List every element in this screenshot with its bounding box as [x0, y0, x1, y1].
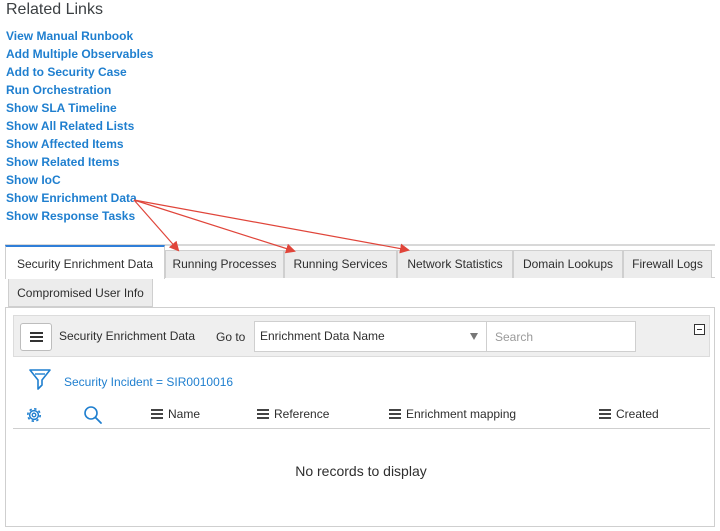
- column-header-created[interactable]: Created: [599, 407, 659, 421]
- tab-running-services[interactable]: Running Services: [284, 250, 397, 278]
- link-show-affected-items[interactable]: Show Affected Items: [6, 137, 153, 155]
- related-list-tabs: Security Enrichment Data Running Process…: [5, 244, 715, 279]
- link-show-related-items[interactable]: Show Related Items: [6, 155, 153, 173]
- goto-selected-value: Enrichment Data Name: [260, 329, 385, 343]
- gear-icon[interactable]: [24, 405, 44, 425]
- tab-compromised-user-info[interactable]: Compromised User Info: [8, 279, 153, 307]
- related-links-title: Related Links: [6, 1, 103, 18]
- column-menu-icon[interactable]: [599, 409, 611, 419]
- link-show-ioc[interactable]: Show IoC: [6, 173, 153, 191]
- list-title: Security Enrichment Data: [59, 329, 196, 343]
- link-show-sla-timeline[interactable]: Show SLA Timeline: [6, 101, 153, 119]
- chevron-down-icon: [470, 333, 478, 340]
- link-add-multiple-observables[interactable]: Add Multiple Observables: [6, 47, 153, 65]
- tab-security-enrichment-data[interactable]: Security Enrichment Data: [5, 245, 165, 279]
- column-menu-icon[interactable]: [151, 409, 163, 419]
- filter-breadcrumb[interactable]: Security Incident = SIR0010016: [64, 375, 233, 389]
- link-add-to-security-case[interactable]: Add to Security Case: [6, 65, 153, 83]
- column-header-enrichment-mapping[interactable]: Enrichment mapping: [389, 407, 516, 421]
- related-list-panel: Security Enrichment Data Go to Enrichmen…: [5, 307, 715, 527]
- column-header-name[interactable]: Name: [151, 407, 200, 421]
- tab-network-statistics[interactable]: Network Statistics: [397, 250, 513, 278]
- link-show-enrichment-data[interactable]: Show Enrichment Data: [6, 191, 153, 209]
- tab-firewall-logs[interactable]: Firewall Logs: [623, 250, 712, 278]
- column-label: Reference: [274, 407, 330, 421]
- column-label: Enrichment mapping: [406, 407, 517, 421]
- funnel-filter-icon[interactable]: [29, 368, 51, 392]
- column-label: Created: [616, 407, 659, 421]
- goto-field-select[interactable]: Enrichment Data Name: [254, 321, 487, 352]
- search-icon[interactable]: [83, 405, 103, 425]
- collapse-icon[interactable]: [694, 324, 705, 335]
- column-menu-icon[interactable]: [257, 409, 269, 419]
- list-header: Security Enrichment Data Go to Enrichmen…: [13, 315, 710, 357]
- related-links-list: View Manual Runbook Add Multiple Observa…: [6, 29, 153, 227]
- hamburger-menu-icon: [30, 332, 43, 334]
- hamburger-menu-icon-bar: [30, 336, 43, 338]
- empty-state-message: No records to display: [295, 463, 427, 479]
- column-menu-icon[interactable]: [389, 409, 401, 419]
- link-show-response-tasks[interactable]: Show Response Tasks: [6, 209, 153, 227]
- link-run-orchestration[interactable]: Run Orchestration: [6, 83, 153, 101]
- hamburger-menu-icon-bar: [30, 340, 43, 342]
- list-column-headers: Name Reference Enrichment mapping Create…: [13, 401, 710, 429]
- goto-label: Go to: [216, 330, 246, 344]
- column-label: Name: [168, 407, 201, 421]
- list-search-input[interactable]: [487, 321, 636, 352]
- arrow-to-network-statistics: [133, 199, 410, 254]
- tab-running-processes[interactable]: Running Processes: [165, 250, 284, 278]
- list-context-menu-button[interactable]: [20, 323, 52, 351]
- column-header-reference[interactable]: Reference: [257, 407, 329, 421]
- link-show-all-related-lists[interactable]: Show All Related Lists: [6, 119, 153, 137]
- link-view-manual-runbook[interactable]: View Manual Runbook: [6, 29, 153, 47]
- tab-domain-lookups[interactable]: Domain Lookups: [513, 250, 623, 278]
